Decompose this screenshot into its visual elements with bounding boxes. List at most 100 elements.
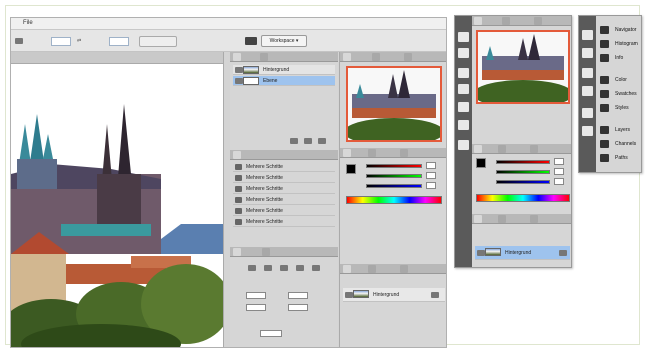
height-field[interactable] bbox=[109, 37, 129, 46]
tab-layers-dock[interactable] bbox=[343, 265, 351, 273]
tab-history[interactable] bbox=[233, 151, 241, 159]
brush-icon[interactable] bbox=[582, 68, 593, 78]
eye-icon[interactable] bbox=[477, 250, 485, 256]
collapsed-panel-dock: Navigator Histogram Info Color Swatches … bbox=[578, 15, 642, 173]
history-icon[interactable] bbox=[458, 32, 469, 42]
swap-icon[interactable]: ⇄ bbox=[77, 38, 81, 44]
brush-preset-icon[interactable] bbox=[264, 265, 272, 271]
scale-w-field[interactable] bbox=[288, 292, 308, 299]
character-icon[interactable] bbox=[582, 108, 593, 118]
collapsed-navigator[interactable]: Navigator bbox=[600, 24, 637, 36]
clone-source-icon[interactable] bbox=[458, 84, 469, 94]
green-slider[interactable] bbox=[496, 170, 550, 174]
green-value[interactable] bbox=[426, 172, 436, 179]
navigator-preview[interactable] bbox=[346, 66, 442, 142]
workspace-button[interactable]: Workspace ▾ bbox=[261, 35, 307, 47]
tab-navigator[interactable] bbox=[474, 17, 482, 25]
color-spectrum[interactable] bbox=[346, 196, 442, 204]
blue-slider[interactable] bbox=[496, 180, 550, 184]
tab-navigator[interactable] bbox=[343, 53, 351, 61]
tab-color[interactable] bbox=[474, 145, 482, 153]
tab-info[interactable] bbox=[534, 17, 542, 25]
red-slider[interactable] bbox=[496, 160, 550, 164]
dock-layer-row[interactable]: Hintergrund bbox=[343, 288, 445, 302]
collapsed-color[interactable]: Color bbox=[600, 74, 637, 86]
blue-value[interactable] bbox=[426, 182, 436, 189]
collapsed-paths[interactable]: Paths bbox=[600, 152, 637, 164]
eye-icon[interactable] bbox=[235, 78, 243, 84]
history-item[interactable]: Mehrere Schritte bbox=[233, 162, 335, 172]
history-item[interactable]: Mehrere Schritte bbox=[233, 195, 335, 205]
clear-button[interactable] bbox=[139, 36, 177, 47]
brush-preset-icon[interactable] bbox=[280, 265, 288, 271]
brush-preset-icon[interactable] bbox=[312, 265, 320, 271]
collapsed-histogram[interactable]: Histogram bbox=[600, 38, 638, 50]
foreground-color-swatch[interactable] bbox=[346, 164, 356, 174]
layer-row-selected[interactable]: Ebene bbox=[233, 76, 335, 86]
brush-preset-icon[interactable] bbox=[296, 265, 304, 271]
menu-item-file[interactable]: File bbox=[23, 20, 33, 26]
width-field[interactable] bbox=[51, 37, 71, 46]
scale-h-field[interactable] bbox=[288, 304, 308, 311]
tab-paths-dock[interactable] bbox=[400, 265, 408, 273]
tab-swatches[interactable] bbox=[368, 149, 376, 157]
opacity-field[interactable] bbox=[260, 330, 282, 337]
paragraph-icon[interactable] bbox=[582, 126, 593, 136]
tab-styles[interactable] bbox=[530, 145, 538, 153]
tab-color[interactable] bbox=[343, 149, 351, 157]
layer-row[interactable]: Hintergrund bbox=[233, 65, 335, 75]
tab-histogram[interactable] bbox=[372, 53, 380, 61]
actions-icon[interactable] bbox=[582, 48, 593, 58]
tool-presets-icon[interactable] bbox=[458, 140, 469, 150]
tab-info[interactable] bbox=[404, 53, 412, 61]
float-navigator-preview[interactable] bbox=[476, 30, 570, 104]
character-icon[interactable] bbox=[458, 102, 469, 112]
clone-source-icon[interactable] bbox=[582, 86, 593, 96]
brush-preset-icon[interactable] bbox=[248, 265, 256, 271]
float-layer-row[interactable]: Hintergrund bbox=[475, 246, 570, 260]
foreground-color-swatch[interactable] bbox=[476, 158, 486, 168]
tab-histogram[interactable] bbox=[502, 17, 510, 25]
trash-icon[interactable] bbox=[304, 138, 312, 144]
collapsed-swatches[interactable]: Swatches bbox=[600, 88, 637, 100]
tab-layers[interactable] bbox=[474, 215, 482, 223]
blue-value[interactable] bbox=[554, 178, 564, 185]
tab-brushes[interactable] bbox=[233, 248, 241, 256]
workspace-icon[interactable] bbox=[245, 37, 257, 45]
actions-icon[interactable] bbox=[458, 48, 469, 58]
collapsed-layers[interactable]: Layers bbox=[600, 124, 637, 136]
green-value[interactable] bbox=[554, 168, 564, 175]
history-item[interactable]: Mehrere Schritte bbox=[233, 184, 335, 194]
red-value[interactable] bbox=[554, 158, 564, 165]
green-slider[interactable] bbox=[366, 174, 422, 178]
tab-paths[interactable] bbox=[530, 215, 538, 223]
red-slider[interactable] bbox=[366, 164, 422, 168]
document-canvas[interactable] bbox=[11, 52, 224, 347]
history-item[interactable]: Mehrere Schritte bbox=[233, 173, 335, 183]
blue-slider[interactable] bbox=[366, 184, 422, 188]
offset-y-field[interactable] bbox=[246, 304, 266, 311]
tab-clone-source[interactable] bbox=[262, 248, 270, 256]
history-icon[interactable] bbox=[582, 30, 593, 40]
history-item[interactable]: Mehrere Schritte bbox=[233, 206, 335, 216]
tab-styles[interactable] bbox=[400, 149, 408, 157]
color-spectrum[interactable] bbox=[476, 194, 570, 202]
brush-icon[interactable] bbox=[458, 68, 469, 78]
tab-channels[interactable] bbox=[498, 215, 506, 223]
tool-preset-icon[interactable] bbox=[15, 38, 23, 44]
red-value[interactable] bbox=[426, 162, 436, 169]
eye-icon[interactable] bbox=[345, 292, 353, 298]
fx-icon[interactable] bbox=[318, 138, 326, 144]
collapsed-styles[interactable]: Styles bbox=[600, 102, 637, 114]
collapsed-channels[interactable]: Channels bbox=[600, 138, 637, 150]
paragraph-icon[interactable] bbox=[458, 120, 469, 130]
tab-layers[interactable] bbox=[233, 53, 241, 61]
tab-swatches[interactable] bbox=[498, 145, 506, 153]
collapsed-info[interactable]: Info bbox=[600, 52, 637, 64]
eye-icon[interactable] bbox=[235, 67, 243, 73]
tab-channels-dock[interactable] bbox=[368, 265, 376, 273]
new-layer-icon[interactable] bbox=[290, 138, 298, 144]
offset-x-field[interactable] bbox=[246, 292, 266, 299]
history-item[interactable]: Mehrere Schritte bbox=[233, 217, 335, 227]
tab-channels[interactable] bbox=[260, 53, 268, 61]
